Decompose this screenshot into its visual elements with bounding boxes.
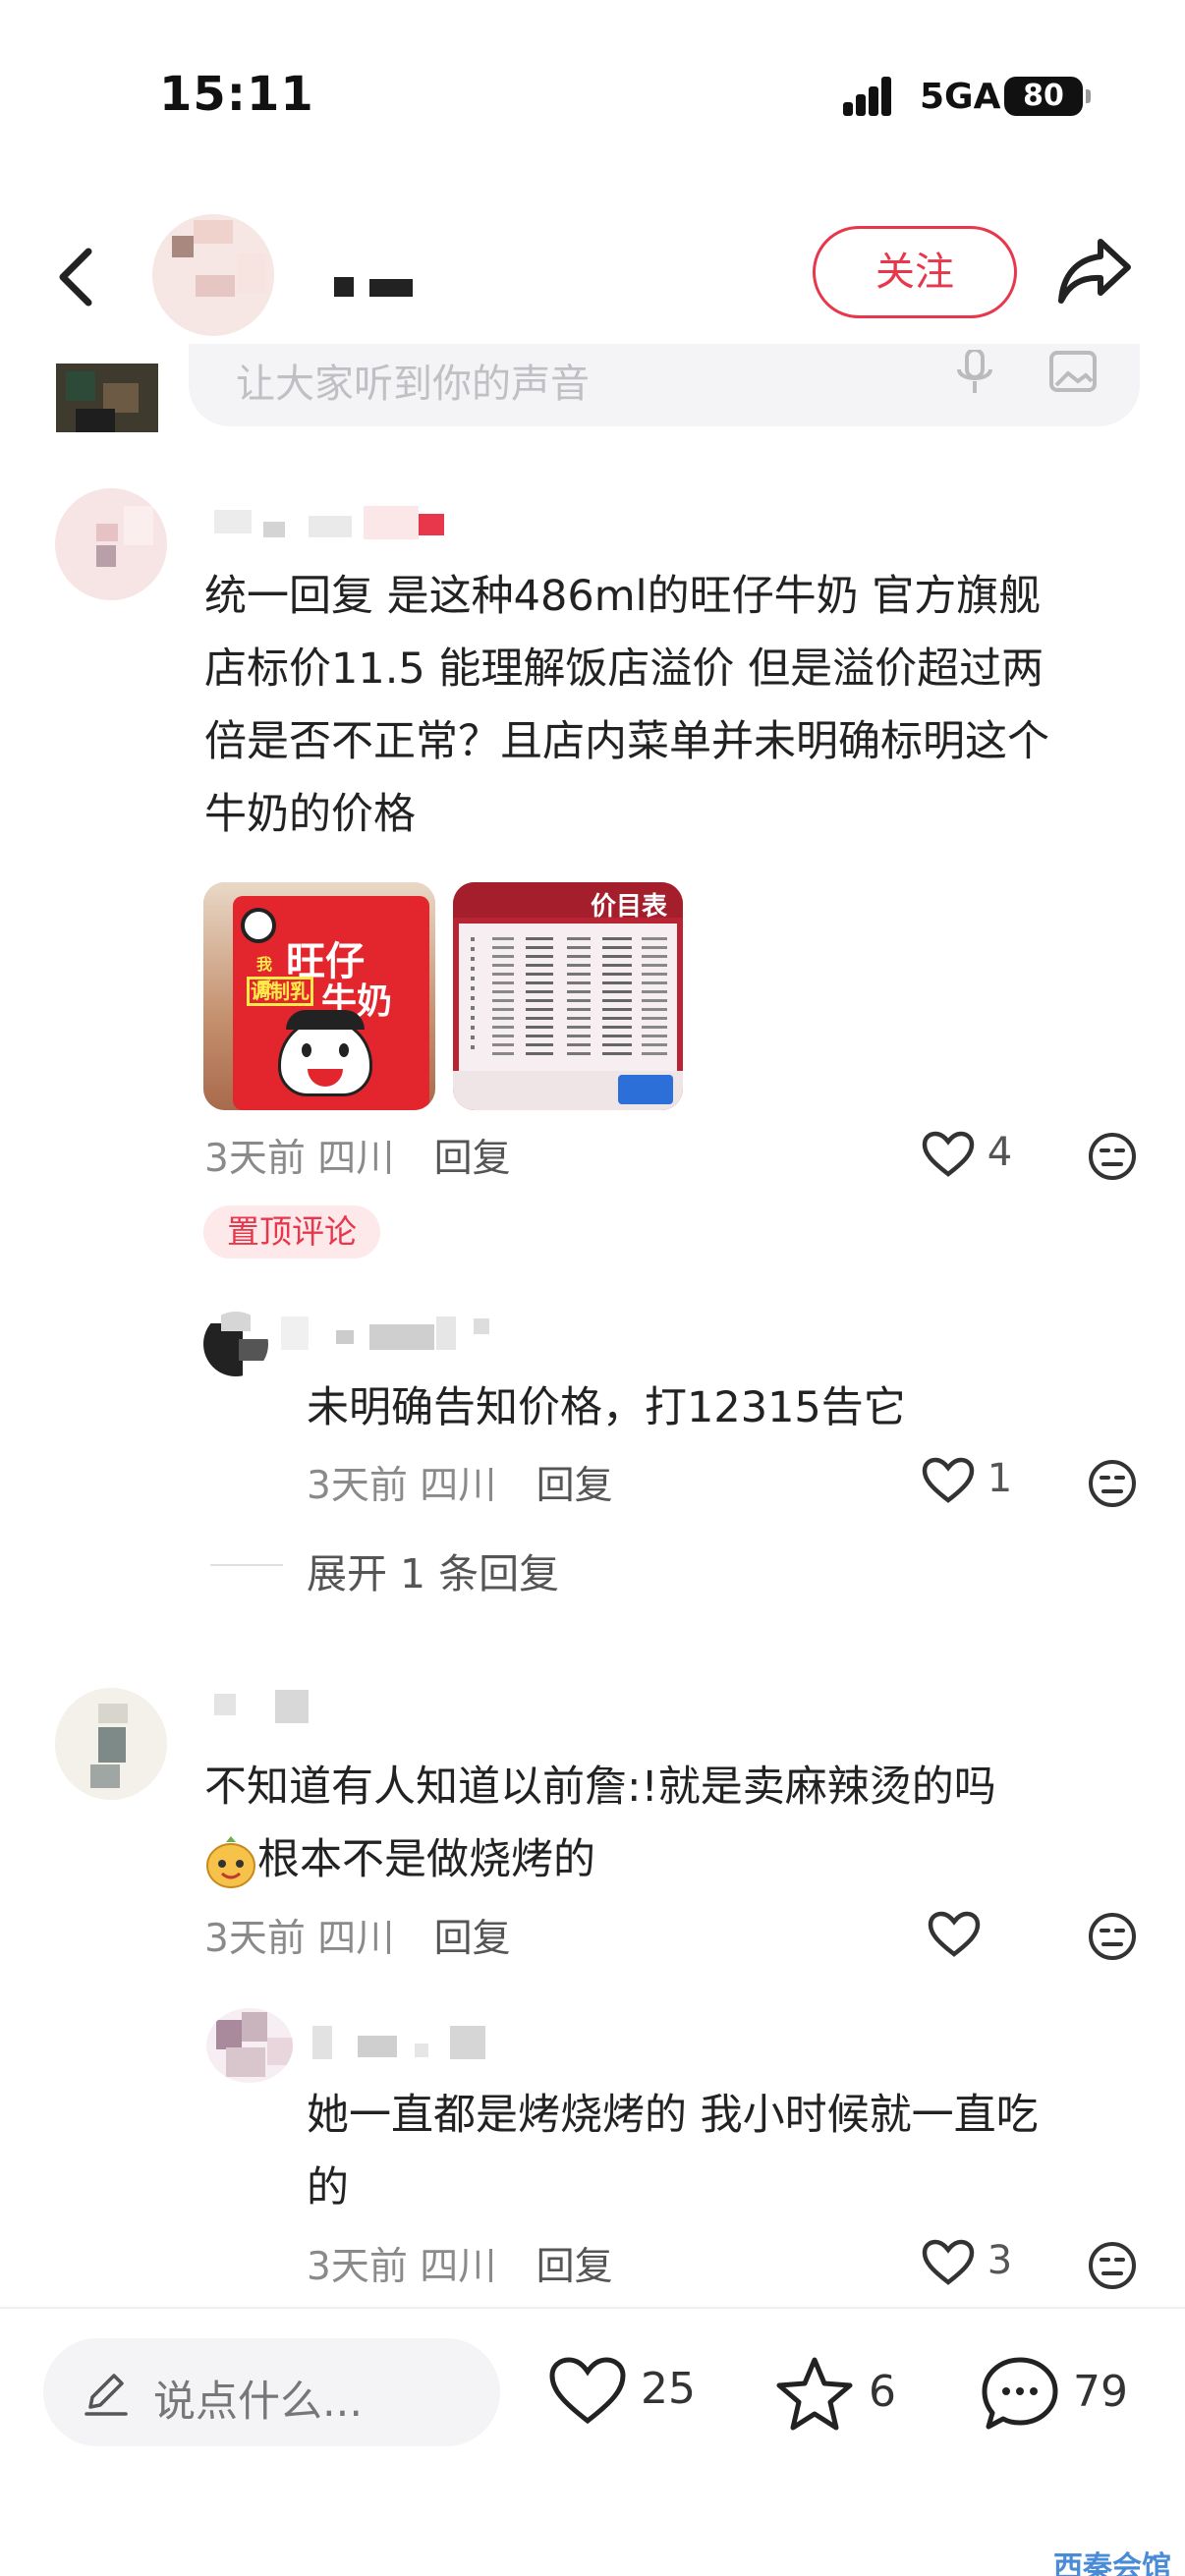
comment-input-placeholder: 让大家听到你的声音 xyxy=(236,362,590,407)
comment-text-line: 不知道有人知道以前詹:!就是卖麻辣烫的吗 xyxy=(204,1763,996,1812)
menu-title: 价目表 xyxy=(591,892,668,922)
expand-replies-button[interactable]: 展开 1 条回复 xyxy=(307,1540,559,1599)
say-something-input[interactable]: 说点什么... xyxy=(43,2338,500,2446)
like-count: 1 xyxy=(987,1456,1013,1501)
image-icon[interactable] xyxy=(1048,350,1098,397)
expand-divider xyxy=(210,1564,283,1566)
say-something-placeholder: 说点什么... xyxy=(153,2378,364,2427)
network-label: 5GA xyxy=(920,77,1001,117)
heart-icon xyxy=(922,1457,975,1503)
comment-location: 四川 xyxy=(317,1917,395,1961)
reply-location: 四川 xyxy=(420,2245,497,2289)
comment-time: 3天前 xyxy=(204,1137,306,1181)
battery-icon: 80 xyxy=(1004,77,1091,116)
back-icon[interactable] xyxy=(55,248,102,307)
commenter-name-mosaic[interactable] xyxy=(214,506,470,539)
comment-input[interactable]: 让大家听到你的声音 xyxy=(189,344,1140,426)
post-like-button[interactable]: 25 xyxy=(548,2356,696,2427)
bottom-divider xyxy=(0,2307,1185,2309)
replier-avatar[interactable] xyxy=(203,1312,268,1376)
post-comment-count: 79 xyxy=(1073,2367,1128,2417)
watermark: 西秦会馆 xyxy=(1053,2550,1171,2576)
smiley-emoji-icon xyxy=(206,1835,255,1888)
like-button[interactable]: 3 xyxy=(922,2238,1012,2286)
comment-image-menu[interactable]: 价目表 xyxy=(453,882,683,1110)
reply-button[interactable]: 回复 xyxy=(434,1137,511,1181)
replier-name-mosaic[interactable] xyxy=(312,2026,499,2059)
reply-time: 3天前 xyxy=(307,1464,408,1508)
pinned-badge: 置顶评论 xyxy=(203,1205,380,1259)
like-button[interactable]: 1 xyxy=(922,1456,1012,1504)
comment-text-line: 店标价11.5 能理解饭店溢价 但是溢价超过两 xyxy=(204,644,1044,694)
comment-time: 3天前 xyxy=(204,1917,306,1961)
author-avatar[interactable] xyxy=(152,214,274,336)
like-button[interactable]: 4 xyxy=(922,1130,1012,1178)
product-tag: 调制乳 xyxy=(247,977,313,1006)
commenter-avatar[interactable] xyxy=(55,488,167,600)
heart-icon xyxy=(922,1131,975,1177)
follow-button[interactable]: 关注 xyxy=(813,226,1017,318)
reply-button[interactable]: 回复 xyxy=(536,1464,613,1508)
reply-location: 四川 xyxy=(420,1464,497,1508)
post-favorite-button[interactable]: 6 xyxy=(774,2356,896,2433)
reply-button[interactable]: 回复 xyxy=(434,1917,511,1961)
comment-text-line: 根本不是做烧烤的 xyxy=(257,1835,595,1884)
dislike-icon[interactable] xyxy=(1087,1131,1138,1186)
comment-location: 四川 xyxy=(317,1137,395,1181)
dislike-icon[interactable] xyxy=(1087,2240,1138,2295)
comment-bubble-icon xyxy=(982,2357,1058,2430)
replier-avatar[interactable] xyxy=(206,2008,293,2083)
status-time: 15:11 xyxy=(159,67,314,122)
heart-icon xyxy=(549,2357,626,2425)
commenter-avatar[interactable] xyxy=(55,1688,167,1800)
commenter-name-mosaic[interactable] xyxy=(214,1690,312,1723)
post-favorite-count: 6 xyxy=(869,2367,896,2417)
like-button[interactable] xyxy=(928,1910,981,1958)
reply-text-line: 她一直都是烤烧烤的 我小时候就一直吃 xyxy=(307,2091,1039,2140)
comment-text-line: 统一回复 是这种486ml的旺仔牛奶 官方旗舰 xyxy=(204,572,1042,621)
heart-icon xyxy=(922,2239,975,2285)
reply-text: 未明确告知价格，打12315告它 xyxy=(307,1383,906,1432)
pencil-icon xyxy=(85,2374,128,2416)
heart-icon xyxy=(928,1911,981,1957)
reply-time: 3天前 xyxy=(307,2245,408,2289)
reply-button[interactable]: 回复 xyxy=(536,2245,613,2289)
signal-icon xyxy=(843,77,904,116)
reply-text-line: 的 xyxy=(307,2163,349,2212)
post-like-count: 25 xyxy=(641,2364,696,2414)
like-count: 3 xyxy=(987,2238,1013,2283)
like-count: 4 xyxy=(987,1130,1013,1175)
comment-text-line: 倍是否不正常？且店内菜单并未明确标明这个 xyxy=(204,717,1049,766)
microphone-icon[interactable] xyxy=(955,350,994,397)
my-avatar xyxy=(56,364,158,432)
comment-image-product[interactable]: 我爱 旺仔 调制乳 牛奶 xyxy=(203,882,435,1110)
dislike-icon[interactable] xyxy=(1087,1911,1138,1966)
star-icon xyxy=(776,2357,853,2431)
dislike-icon[interactable] xyxy=(1087,1458,1138,1513)
share-icon[interactable] xyxy=(1055,236,1134,307)
comment-text-line: 牛奶的价格 xyxy=(204,790,416,839)
author-name-mosaic[interactable] xyxy=(334,275,413,297)
post-comment-button[interactable]: 79 xyxy=(981,2356,1128,2433)
replier-name-mosaic[interactable] xyxy=(281,1316,497,1350)
